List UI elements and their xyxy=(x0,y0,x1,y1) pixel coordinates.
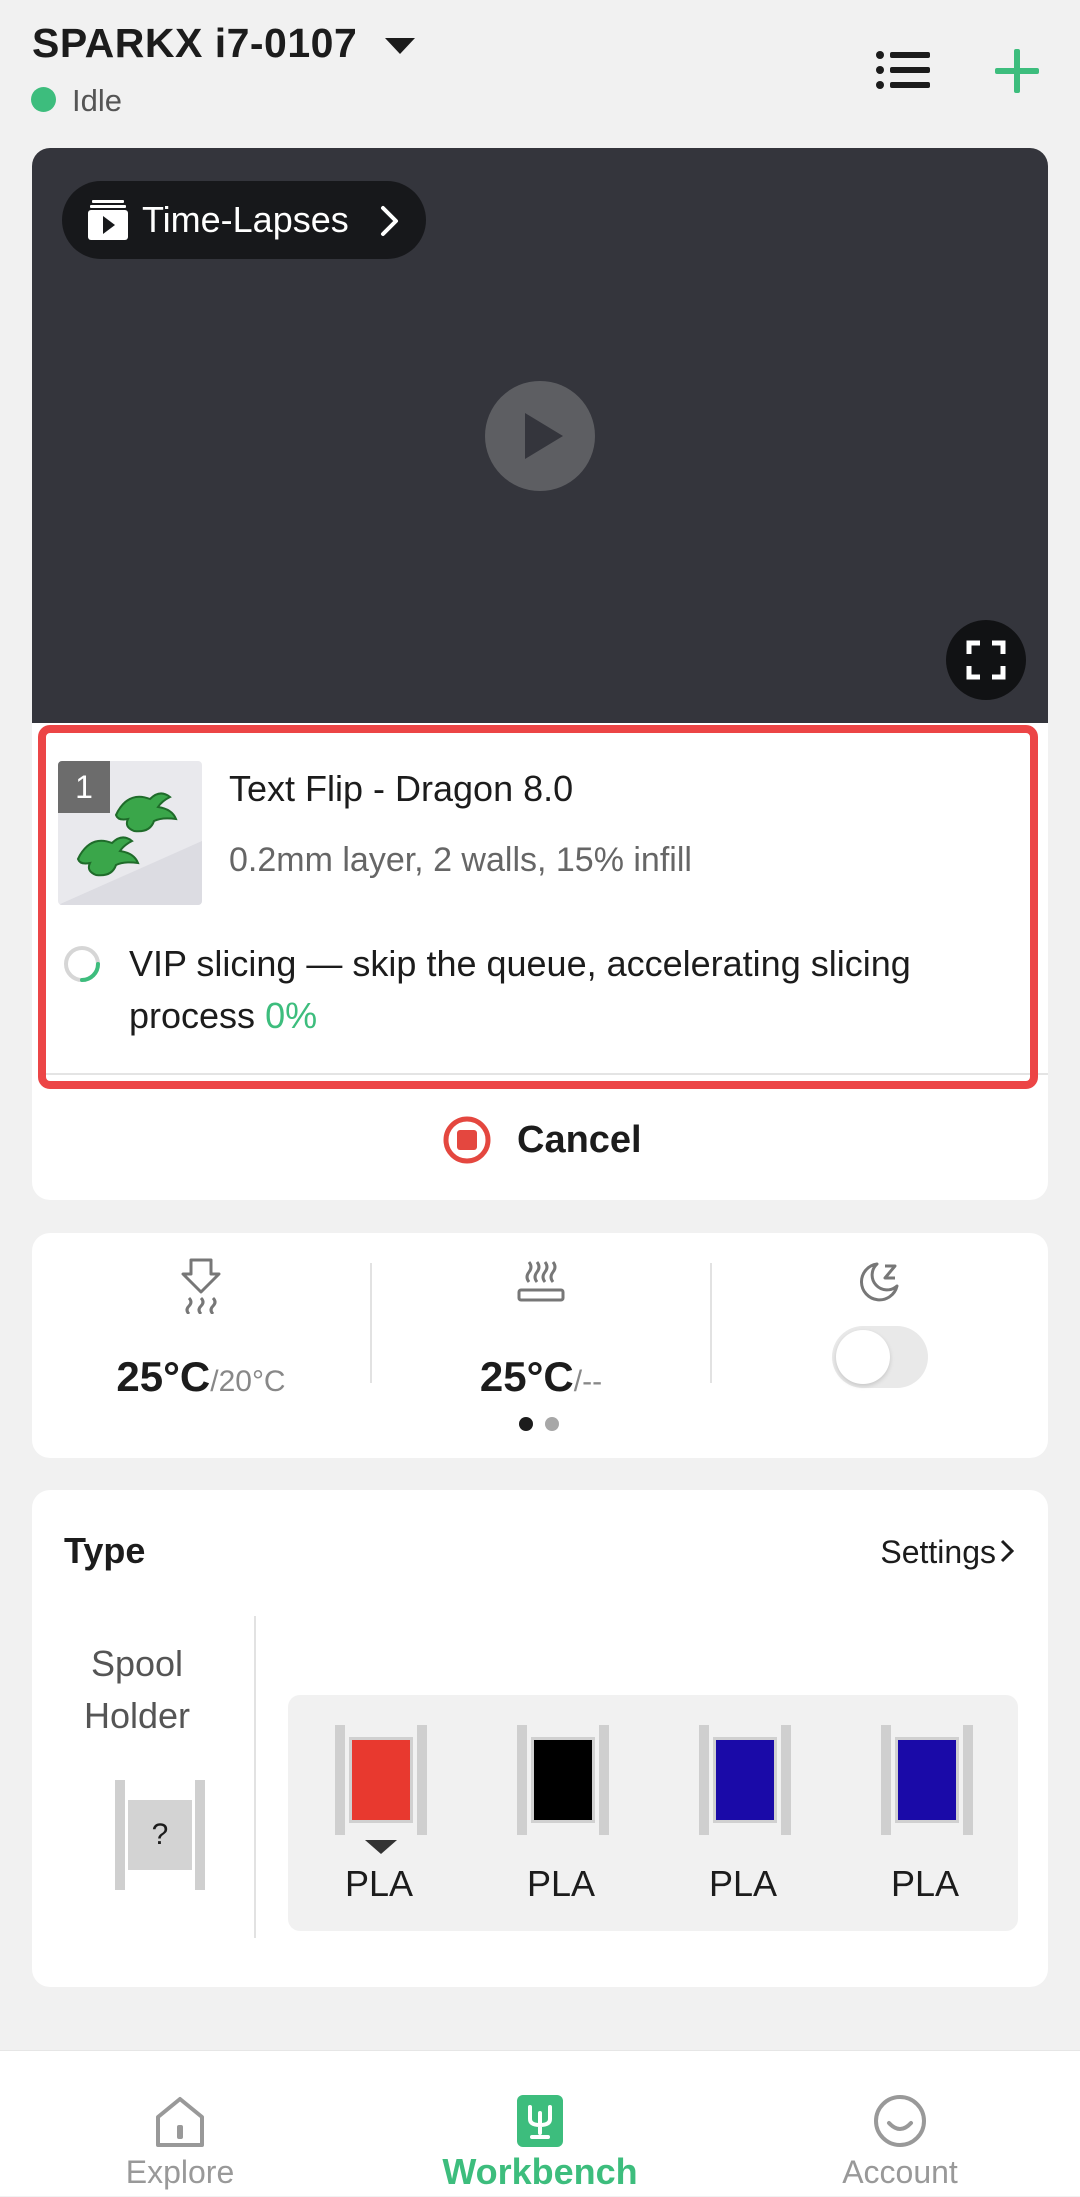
loading-spinner-icon xyxy=(64,946,100,982)
filament-slot-1[interactable]: PLA xyxy=(288,1695,470,1931)
divider xyxy=(42,1073,1048,1075)
divider xyxy=(710,1263,712,1383)
slicing-progress: 0% xyxy=(265,995,318,1036)
slot-rail xyxy=(781,1725,791,1835)
page-indicator-active xyxy=(519,1417,533,1431)
bed-heat-icon xyxy=(517,1261,565,1302)
filament-slot-2[interactable]: PLA xyxy=(470,1695,652,1931)
sleep-moon-icon xyxy=(860,1262,899,1302)
status-indicator xyxy=(31,87,56,112)
nozzle-target-temp: /20°C xyxy=(210,1365,286,1398)
slicing-status: VIP slicing — skip the queue, accelerati… xyxy=(129,938,1029,1042)
filament-type-title: Type xyxy=(64,1530,146,1571)
fullscreen-button[interactable] xyxy=(946,620,1026,700)
settings-label: Settings xyxy=(880,1534,996,1570)
account-smile-icon xyxy=(874,2095,926,2147)
list-icon[interactable] xyxy=(876,50,932,90)
filament-color-swatch xyxy=(531,1737,595,1823)
play-icon xyxy=(525,413,563,459)
home-icon xyxy=(156,2097,204,2147)
cancel-button[interactable]: Cancel xyxy=(442,1111,682,1175)
filament-slot-4[interactable]: PLA xyxy=(834,1695,1016,1931)
nozzle-current-temp: 25°C xyxy=(116,1353,211,1400)
device-name[interactable]: SPARKX i7-0107 xyxy=(32,20,357,67)
chevron-right-icon xyxy=(1000,1539,1014,1563)
active-slot-marker-icon xyxy=(365,1840,397,1854)
timelapse-button[interactable]: Time-Lapses xyxy=(62,181,426,259)
filament-type-label: PLA xyxy=(526,1863,596,1904)
job-details: 0.2mm layer, 2 walls, 15% infill xyxy=(229,841,692,879)
divider xyxy=(254,1616,256,1938)
slot-rail xyxy=(517,1725,527,1835)
slot-rail xyxy=(417,1725,427,1835)
temperature-card[interactable]: 25°C/20°C 25°C/-- xyxy=(32,1233,1048,1458)
fullscreen-icon xyxy=(966,640,1006,680)
bed-temperature[interactable]: 25°C/-- xyxy=(372,1258,710,1400)
model-thumbnail[interactable]: 1 xyxy=(58,761,202,905)
filament-color-swatch xyxy=(713,1737,777,1823)
sleep-toggle[interactable] xyxy=(832,1326,928,1388)
stop-icon xyxy=(443,1116,491,1164)
plate-number-badge: 1 xyxy=(58,761,110,813)
header: SPARKX i7-0107 Idle xyxy=(0,0,1080,140)
slot-rail xyxy=(963,1725,973,1835)
unknown-filament: ? xyxy=(128,1800,192,1870)
chevron-down-icon[interactable] xyxy=(385,38,415,56)
print-job-card: 1 Text Flip - Dragon 8.0 0.2mm layer, 2 … xyxy=(32,723,1048,1200)
timelapse-icon xyxy=(88,200,128,240)
slot-holder xyxy=(699,1725,791,1835)
bottom-navigation: Explore Workbench Account xyxy=(0,2050,1080,2196)
filament-type-label: PLA xyxy=(344,1863,414,1904)
timelapse-label: Time-Lapses xyxy=(142,199,349,240)
filament-type-label: PLA xyxy=(890,1863,960,1904)
slot-rail xyxy=(195,1780,205,1890)
plus-icon[interactable] xyxy=(992,46,1042,96)
job-title: Text Flip - Dragon 8.0 xyxy=(229,768,574,809)
nozzle-temperature[interactable]: 25°C/20°C xyxy=(32,1258,370,1400)
slot-rail xyxy=(115,1780,125,1890)
filament-card: Type Settings Spool Holder ? PLA PLA PLA… xyxy=(32,1490,1048,1987)
ams-slots: PLA PLA PLA PLA xyxy=(288,1695,1018,1931)
slot-rail xyxy=(335,1725,345,1835)
slot-rail xyxy=(699,1725,709,1835)
slicing-message: VIP slicing — skip the queue, accelerati… xyxy=(129,943,911,1036)
nav-workbench-label: Workbench xyxy=(442,2151,638,2192)
spool-holder-label: Spool Holder xyxy=(83,1643,191,1736)
slot-holder xyxy=(517,1725,609,1835)
settings-link[interactable]: Settings xyxy=(880,1534,1014,1571)
nav-explore-label: Explore xyxy=(125,2154,235,2190)
filament-slot-3[interactable]: PLA xyxy=(652,1695,834,1931)
slot-rail xyxy=(881,1725,891,1835)
slot-holder xyxy=(335,1725,427,1854)
page-indicator[interactable] xyxy=(545,1417,559,1431)
nav-explore[interactable]: Explore xyxy=(0,2051,360,2197)
filament-type-label: PLA xyxy=(708,1863,778,1904)
nav-account[interactable]: Account xyxy=(720,2051,1080,2197)
nav-workbench[interactable]: Workbench xyxy=(360,2051,720,2197)
slot-rail xyxy=(599,1725,609,1835)
slot-holder xyxy=(881,1725,973,1835)
bed-target-temp: /-- xyxy=(573,1365,603,1398)
workbench-icon xyxy=(517,2095,563,2147)
filament-color-swatch xyxy=(895,1737,959,1823)
play-button[interactable] xyxy=(485,381,595,491)
bed-current-temp: 25°C xyxy=(479,1353,574,1400)
status-text: Idle xyxy=(72,83,122,118)
spool-holder-slot[interactable]: ? xyxy=(115,1780,205,1890)
nav-account-label: Account xyxy=(842,2154,958,2190)
cancel-label: Cancel xyxy=(517,1119,642,1161)
nozzle-heat-icon xyxy=(181,1258,221,1314)
camera-view[interactable]: Time-Lapses xyxy=(32,148,1048,723)
chevron-right-icon xyxy=(381,206,398,236)
filament-color-swatch xyxy=(349,1737,413,1823)
toggle-knob xyxy=(836,1330,890,1384)
